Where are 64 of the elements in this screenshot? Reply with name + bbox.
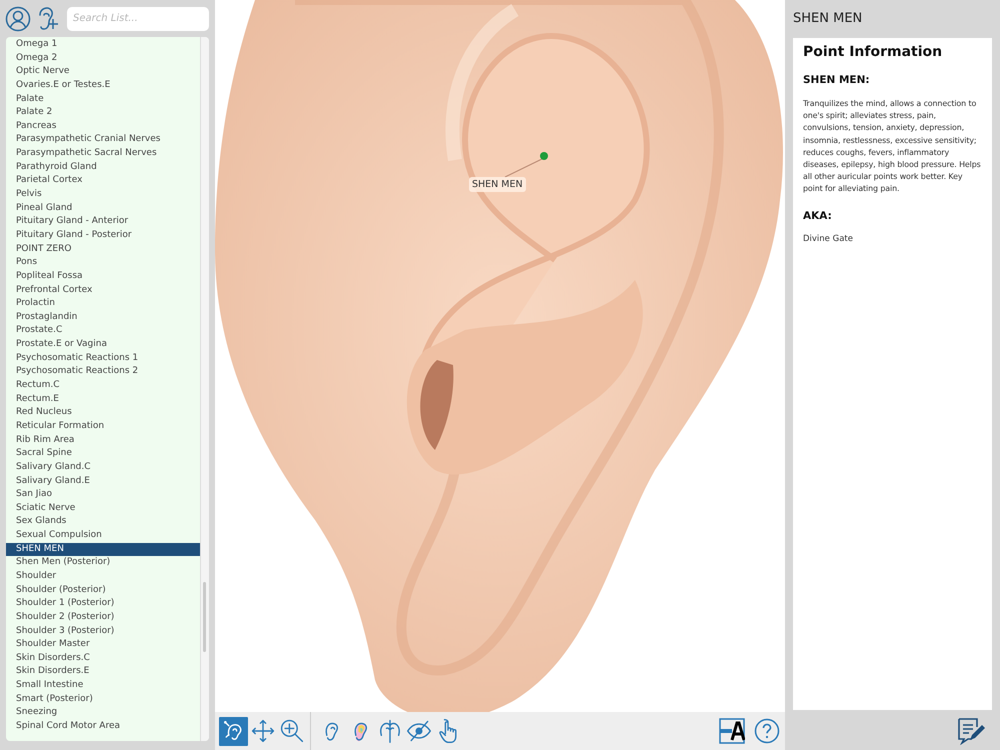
- list-item[interactable]: Shen Men (Posterior): [6, 556, 200, 570]
- list-item[interactable]: POINT ZERO: [6, 242, 200, 256]
- list-item[interactable]: Pelvis: [6, 188, 200, 202]
- edit-note-icon[interactable]: [956, 715, 986, 745]
- list-item[interactable]: Ovaries.E or Testes.E: [6, 78, 200, 93]
- list-item[interactable]: Rib Rim Area: [6, 434, 200, 448]
- list-item[interactable]: SHEN MEN: [6, 542, 200, 556]
- list-item[interactable]: Salivary Gland.E: [6, 474, 200, 488]
- list-item[interactable]: Shoulder 2 (Posterior): [6, 610, 200, 625]
- list-item[interactable]: Sacral Spine: [6, 447, 200, 461]
- list-item[interactable]: Omega 2: [6, 52, 200, 66]
- list-item[interactable]: Sex Glands: [6, 515, 200, 530]
- list-item[interactable]: San Jiao: [6, 488, 200, 502]
- list-item[interactable]: Shoulder 1 (Posterior): [6, 597, 200, 611]
- list-item[interactable]: Pons: [6, 256, 200, 270]
- list-item[interactable]: Salivary Gland.C: [6, 460, 200, 474]
- help-icon[interactable]: [752, 716, 781, 746]
- list-item[interactable]: Psychosomatic Reactions 1: [6, 352, 200, 366]
- user-icon[interactable]: [5, 6, 31, 32]
- list-item[interactable]: Rectum.E: [6, 392, 200, 406]
- list-item[interactable]: Pancreas: [6, 120, 200, 134]
- list-item[interactable]: Optic Nerve: [6, 65, 200, 79]
- list-item[interactable]: Prefrontal Cortex: [6, 284, 200, 298]
- aka-text: Divine Gate: [803, 234, 854, 244]
- list-item[interactable]: Prostate.E or Vagina: [6, 338, 200, 352]
- point-name: SHEN MEN:: [803, 74, 871, 86]
- search-field[interactable]: Search List...: [67, 6, 209, 30]
- ear-touch-icon[interactable]: [219, 716, 248, 746]
- list-item[interactable]: Parathyroid Gland: [6, 160, 200, 174]
- list-item[interactable]: Sciatic Nerve: [6, 502, 200, 516]
- list-item[interactable]: Shoulder Master: [6, 638, 200, 652]
- list-item[interactable]: Parietal Cortex: [6, 174, 200, 188]
- list-item[interactable]: Psychosomatic Reactions 2: [6, 365, 200, 380]
- list-item[interactable]: Parasympathetic Sacral Nerves: [6, 147, 200, 161]
- list-item[interactable]: Skin Disorders.E: [6, 665, 200, 680]
- aka-heading: AKA:: [803, 210, 833, 222]
- list-item[interactable]: Omega 1: [6, 38, 200, 52]
- list-item[interactable]: Smart (Posterior): [6, 692, 200, 706]
- list-item[interactable]: Prostaglandin: [6, 310, 200, 324]
- list-item[interactable]: Pituitary Gland - Posterior: [6, 228, 200, 243]
- list-item[interactable]: Prolactin: [6, 297, 200, 311]
- list-item[interactable]: Pineal Gland: [6, 202, 200, 216]
- list-item[interactable]: Small Intestine: [6, 679, 200, 693]
- list-item[interactable]: Spinal Cord Motor Area: [6, 720, 200, 734]
- list-item[interactable]: Shoulder: [6, 570, 200, 584]
- list-item[interactable]: Rectum.C: [6, 379, 200, 393]
- list-item[interactable]: Shoulder 3 (Posterior): [6, 624, 200, 638]
- list-item[interactable]: Prostate.C: [6, 324, 200, 338]
- list-item[interactable]: Sneezing: [6, 706, 200, 720]
- list-item[interactable]: Palate: [6, 92, 200, 106]
- list-item[interactable]: Shoulder (Posterior): [6, 584, 200, 598]
- list-item[interactable]: Parasympathetic Cranial Nerves: [6, 133, 200, 148]
- scrollbar[interactable]: [200, 37, 209, 741]
- list-item[interactable]: Popliteal Fossa: [6, 270, 200, 284]
- label-toggle-icon[interactable]: [717, 716, 746, 746]
- point-label: SHEN MEN: [469, 177, 526, 192]
- list-item[interactable]: Pituitary Gland - Anterior: [6, 215, 200, 229]
- panel-title: SHEN MEN: [792, 10, 864, 28]
- list-item[interactable]: Skin Disorders.C: [6, 652, 200, 666]
- list-item[interactable]: Reticular Formation: [6, 420, 200, 434]
- list-item[interactable]: Palate 2: [6, 106, 200, 120]
- list-item[interactable]: Red Nucleus: [6, 406, 200, 420]
- info-heading: Point Information: [803, 44, 944, 60]
- list-item[interactable]: Sexual Compulsion: [6, 529, 200, 543]
